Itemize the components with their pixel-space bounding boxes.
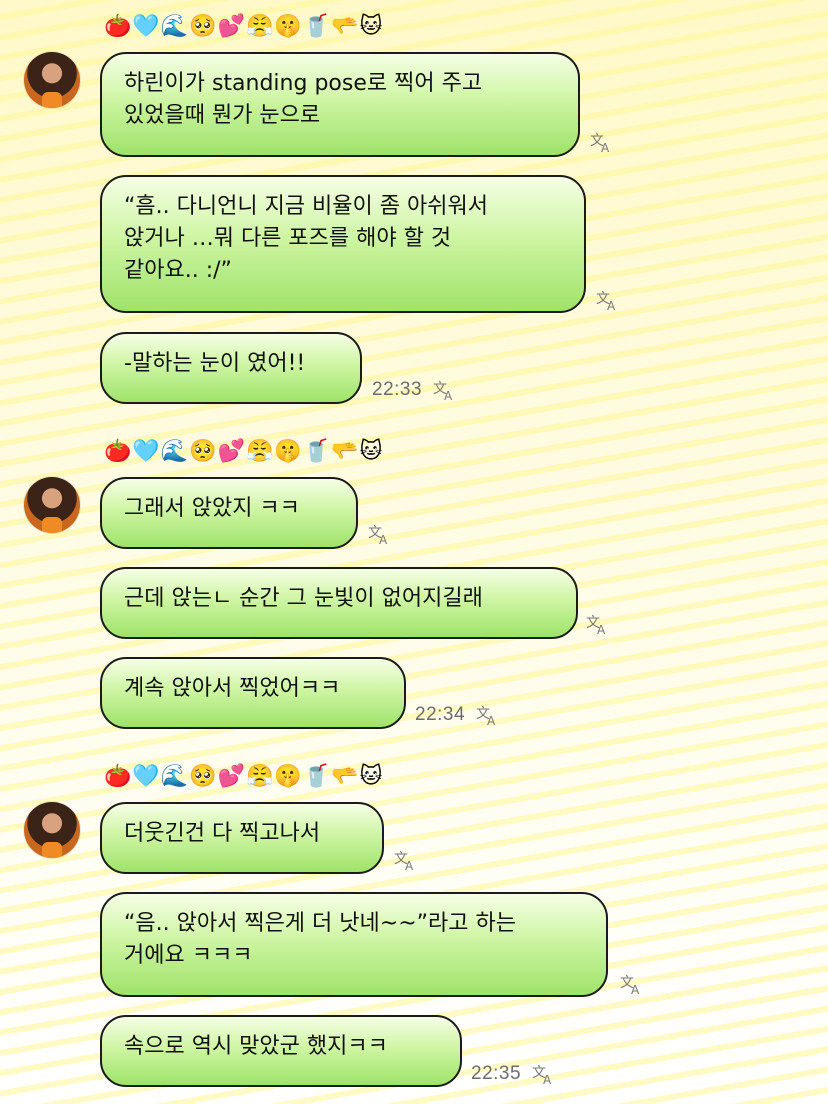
translate-icon[interactable]: 文A [590,130,616,154]
svg-text:A: A [487,714,496,727]
translate-icon[interactable]: 文A [586,612,612,636]
message-bubble[interactable]: “흠.. 다니언니 지금 비율이 좀 아쉬워서 앉거나 …뭐 다른 포즈를 해야… [100,175,586,313]
svg-text:A: A [631,983,640,996]
svg-text:A: A [379,533,388,546]
avatar[interactable] [24,52,80,108]
message-meta: 文A [362,522,394,546]
message-bubble[interactable]: 더웃긴건 다 찍고나서 [100,802,384,874]
svg-text:A: A [601,141,610,154]
message-bubble[interactable]: 계속 앉아서 찍었어ㅋㅋ [100,657,406,729]
translate-icon[interactable]: 文A [394,848,420,872]
message-bubble[interactable]: 속으로 역시 맞았군 했지ㅋㅋ [100,1015,462,1087]
translate-icon[interactable]: 文A [620,972,646,996]
message-meta: 22:35 文A [471,1062,558,1086]
svg-text:A: A [444,389,453,402]
message-meta: 文A [580,612,612,636]
avatar[interactable] [24,477,80,533]
message-meta: 22:33 文A [372,378,459,402]
svg-text:A: A [543,1073,552,1086]
message-meta: 22:34 文A [415,703,502,727]
translate-icon[interactable]: 文A [368,522,394,546]
sender-name: 🍅🩵🌊🥺💕😤🤫🥤🫳🐱 [104,14,384,39]
message-bubble[interactable]: 하린이가 standing pose로 찍어 주고 있었을때 뭔가 눈으로 [100,52,580,157]
sender-name: 🍅🩵🌊🥺💕😤🤫🥤🫳🐱 [104,764,384,789]
message-meta: 文A [584,130,616,154]
message-bubble[interactable]: 그래서 앉았지 ㅋㅋ [100,477,358,549]
svg-text:A: A [405,859,414,872]
message-bubble[interactable]: 근데 앉는ㄴ 순간 그 눈빛이 없어지길래 [100,567,578,639]
message-meta: 文A [388,848,420,872]
message-time: 22:35 [471,1063,522,1084]
svg-text:A: A [607,299,616,312]
avatar[interactable] [24,802,80,858]
translate-icon[interactable]: 文A [596,288,622,312]
message-meta: 文A [590,288,622,312]
sender-name: 🍅🩵🌊🥺💕😤🤫🥤🫳🐱 [104,439,384,464]
message-bubble[interactable]: -말하는 눈이 였어!! [100,332,362,404]
message-time: 22:34 [415,704,466,725]
translate-icon[interactable]: 文A [433,378,459,402]
message-meta: 文A [614,972,646,996]
message-time: 22:33 [372,379,423,400]
translate-icon[interactable]: 文A [476,703,502,727]
message-bubble[interactable]: “음.. 앉아서 찍은게 더 낫네~~”라고 하는 거에요 ㅋㅋㅋ [100,892,608,997]
translate-icon[interactable]: 文A [532,1062,558,1086]
svg-text:A: A [597,623,606,636]
